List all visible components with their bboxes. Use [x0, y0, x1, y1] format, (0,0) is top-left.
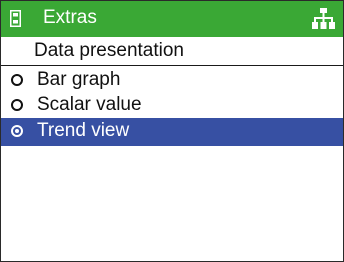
header-bar: Extras	[1, 1, 343, 37]
radio-button[interactable]	[11, 74, 23, 86]
option-label: Scalar value	[37, 94, 142, 115]
option-label: Trend view	[37, 120, 130, 141]
section-heading: Data presentation	[1, 37, 343, 66]
radio-button-selected[interactable]	[11, 125, 23, 137]
section-heading-label: Data presentation	[34, 40, 184, 61]
extras-screen: Extras Data presentation Bar graph Scala…	[0, 0, 344, 262]
option-scalar-value[interactable]: Scalar value	[1, 92, 343, 120]
option-bar-graph[interactable]: Bar graph	[1, 67, 343, 95]
radio-button[interactable]	[11, 99, 23, 111]
option-trend-view[interactable]: Trend view	[1, 118, 343, 146]
device-icon	[10, 10, 21, 27]
option-label: Bar graph	[37, 69, 121, 90]
screen-title: Extras	[43, 7, 97, 28]
network-tree-icon[interactable]	[312, 8, 335, 29]
